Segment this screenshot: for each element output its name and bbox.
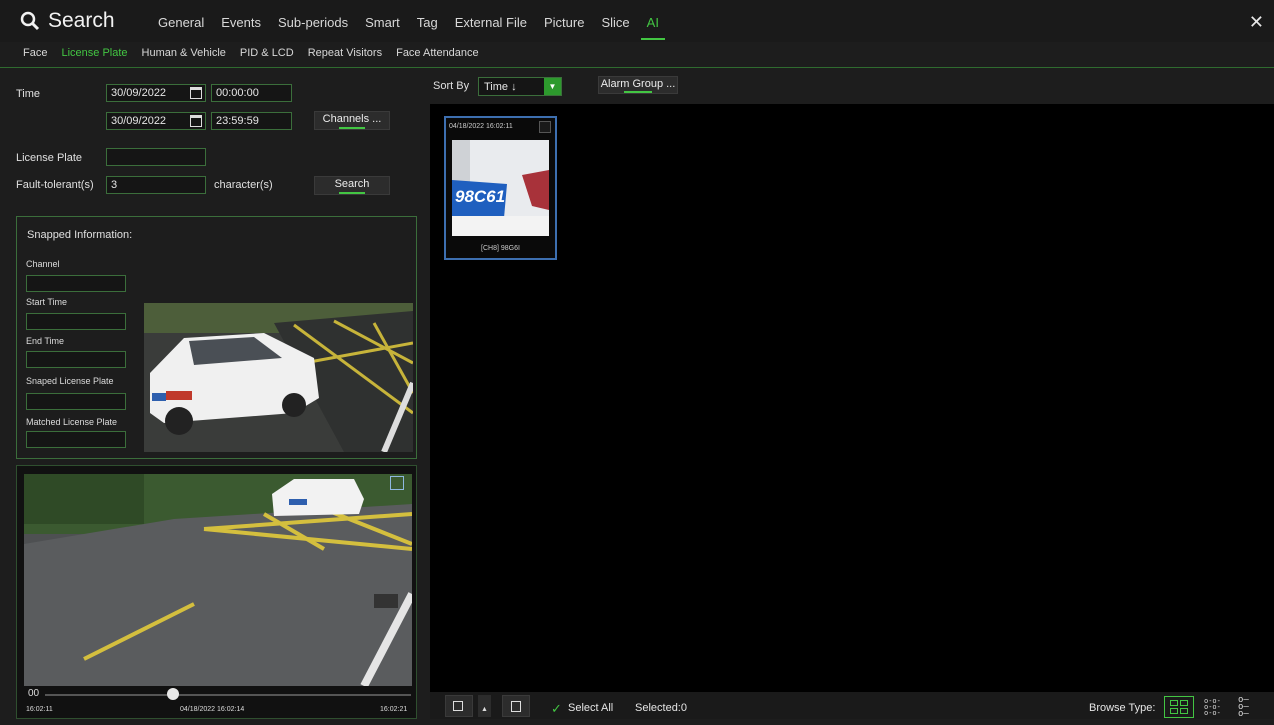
start-time-value: 00:00:00 [216, 87, 259, 99]
video-player[interactable]: 00 16:02:11 04/18/2022 16:02:14 16:02:21 [16, 465, 417, 719]
play-icon [453, 701, 463, 711]
end-date-value: 30/09/2022 [111, 115, 167, 127]
search-button[interactable]: Search [314, 176, 390, 195]
license-plate-label: License Plate [16, 152, 83, 164]
snapped-title: Snapped Information: [27, 229, 133, 241]
plate-thumbnail: 98C61 [452, 140, 549, 236]
chevron-down-icon[interactable]: ▼ [544, 78, 561, 95]
channel-field [26, 275, 126, 292]
playback-track[interactable] [45, 694, 411, 696]
playback-start-time: 16:02:11 [26, 706, 53, 713]
start-time-field[interactable]: 00:00:00 [211, 84, 292, 102]
fault-tolerant-label: Fault-tolerant(s) [16, 179, 94, 191]
search-icon [20, 11, 40, 31]
frame-counter: 00 [28, 688, 40, 699]
subtab-license-plate[interactable]: License Plate [61, 47, 127, 59]
fullscreen-icon[interactable] [390, 476, 404, 490]
backup-button[interactable] [502, 695, 530, 717]
subtab-repeat-visitors[interactable]: Repeat Visitors [308, 47, 382, 59]
start-time-label: Start Time [26, 297, 68, 307]
fault-tolerant-input[interactable]: 3 [106, 176, 206, 194]
checkmark-icon[interactable]: ✓ [551, 701, 562, 717]
sort-by-label: Sort By [433, 80, 470, 92]
subtab-face-attendance[interactable]: Face Attendance [396, 47, 479, 59]
start-date-value: 30/09/2022 [111, 87, 167, 99]
save-icon [511, 701, 521, 712]
tab-external-file[interactable]: External File [455, 15, 527, 30]
sort-select[interactable]: Time ↓ ▼ [478, 77, 562, 96]
time-label: Time [16, 88, 41, 100]
select-all-label[interactable]: Select All [568, 702, 613, 714]
tab-ai[interactable]: AI [640, 15, 666, 40]
end-time-label: End Time [26, 336, 65, 346]
tab-smart[interactable]: Smart [365, 15, 400, 30]
video-frame [24, 474, 412, 686]
sub-tabs: Face License Plate Human & Vehicle PID &… [23, 47, 493, 59]
result-card[interactable]: 04/18/2022 16:02:11 98C61 [CH8] 98G6I [444, 116, 557, 260]
snaped-plate-label: Snaped License Plate [26, 376, 114, 386]
page-title: Search [20, 9, 115, 33]
playback-end-time: 16:02:21 [380, 706, 408, 713]
tab-picture[interactable]: Picture [544, 15, 584, 30]
fault-tolerant-value: 3 [111, 179, 118, 191]
play-button[interactable] [445, 695, 473, 717]
detail-list-icon[interactable]: o-o-o-o-o-o- [1204, 698, 1221, 717]
sort-select-value: Time ↓ [484, 81, 517, 93]
plate-text: 98C61 [455, 187, 506, 206]
calendar-icon[interactable] [190, 87, 202, 99]
chevron-up-icon[interactable]: ▲ [478, 695, 491, 717]
channel-label: Channel [26, 259, 60, 269]
close-icon[interactable]: ✕ [1249, 12, 1264, 33]
subtab-face[interactable]: Face [23, 47, 47, 59]
channels-button[interactable]: Channels ... [314, 111, 390, 130]
playback-current-time: 04/18/2022 16:02:14 [180, 706, 245, 713]
character-label: character(s) [214, 179, 273, 191]
alarm-group-button[interactable]: Alarm Group ... [598, 76, 678, 94]
result-timestamp: 04/18/2022 16:02:11 [449, 123, 513, 130]
list-view-icon[interactable]: o— o— o— [1238, 696, 1249, 719]
snaped-plate-field [26, 393, 126, 410]
subtab-human-vehicle[interactable]: Human & Vehicle [142, 47, 226, 59]
tab-slice[interactable]: Slice [601, 15, 629, 30]
snapshot-image [144, 303, 413, 452]
tab-sub-periods[interactable]: Sub-periods [278, 15, 348, 30]
result-caption: [CH8] 98G6I [481, 245, 520, 252]
start-time-info-field [26, 313, 126, 330]
matched-plate-label: Matched License Plate [26, 417, 118, 427]
snapped-information-panel: Snapped Information: Channel Start Time … [16, 216, 417, 459]
end-time-field[interactable]: 23:59:59 [211, 112, 292, 130]
end-time-value: 23:59:59 [216, 115, 259, 127]
tab-events[interactable]: Events [221, 15, 261, 30]
playback-slider-handle[interactable] [167, 688, 180, 700]
subtab-pid-lcd[interactable]: PID & LCD [240, 47, 294, 59]
tab-tag[interactable]: Tag [417, 15, 438, 30]
browse-type-label: Browse Type: [1089, 702, 1156, 714]
license-plate-input[interactable] [106, 148, 206, 166]
page-title-text: Search [48, 9, 115, 32]
calendar-icon[interactable] [190, 115, 202, 127]
tab-general[interactable]: General [158, 15, 204, 30]
matched-plate-field [26, 431, 126, 448]
result-checkbox[interactable] [539, 121, 551, 133]
grid-view-icon[interactable] [1164, 696, 1194, 718]
end-time-info-field [26, 351, 126, 368]
main-tabs: General Events Sub-periods Smart Tag Ext… [158, 15, 676, 40]
selected-count: Selected:0 [635, 702, 687, 714]
